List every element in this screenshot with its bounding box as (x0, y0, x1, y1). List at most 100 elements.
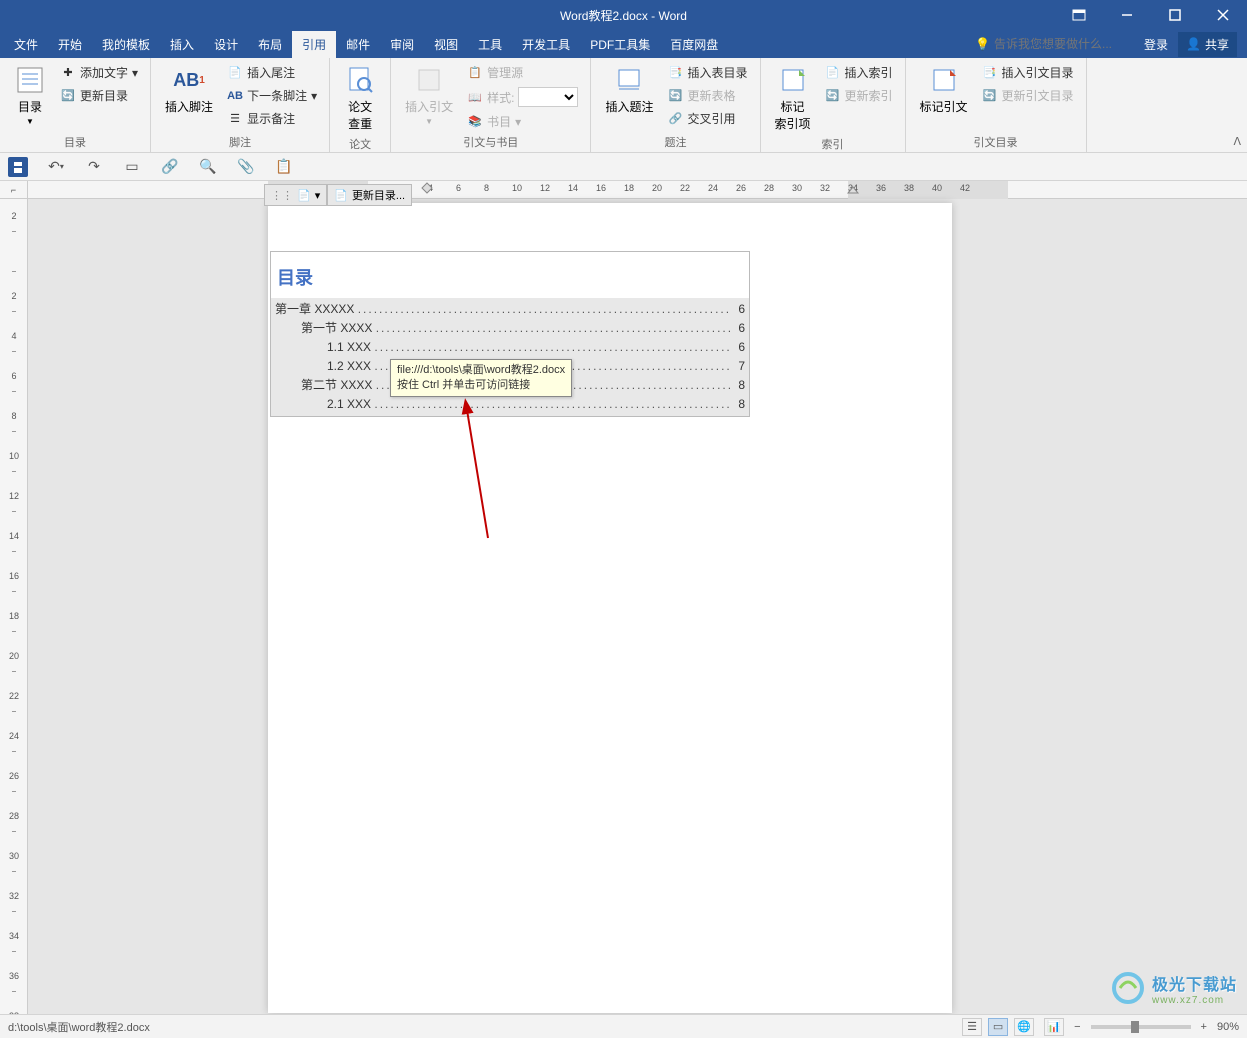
toc-entry[interactable]: 2.1 XXX ................................… (271, 395, 749, 414)
zoom-in-button[interactable]: + (1201, 1021, 1207, 1033)
mark-citation-button[interactable]: 标记引文 (914, 62, 974, 117)
qat-btn-3[interactable]: 🔍 (198, 157, 218, 177)
next-footnote-button[interactable]: AB下一条脚注 ▾ (223, 85, 321, 106)
tell-me-input[interactable] (994, 37, 1134, 51)
biblio-icon: 📚 (467, 114, 483, 130)
update-authorities-button[interactable]: 🔄更新引文目录 (978, 85, 1078, 106)
work-area: ⌐ 22468101214161820222426283032343638 64… (0, 181, 1247, 1015)
insert-caption-button[interactable]: 插入题注 (599, 62, 659, 117)
toc-title: 目录 (277, 252, 743, 298)
tab-home[interactable]: 开始 (48, 31, 92, 58)
vruler-tick: 8 (2, 411, 26, 421)
group-citations-label: 引文与书目 (399, 132, 582, 150)
tab-pdf[interactable]: PDF工具集 (580, 31, 660, 58)
tab-view[interactable]: 视图 (424, 31, 468, 58)
first-line-indent-marker[interactable] (420, 181, 434, 199)
footnote-icon: AB1 (173, 64, 205, 96)
close-icon[interactable] (1203, 1, 1243, 29)
zoom-thumb[interactable] (1131, 1021, 1139, 1033)
insert-index-icon: 📄 (825, 65, 841, 81)
update-toc-button[interactable]: 🔄更新目录 (56, 85, 142, 106)
tab-review[interactable]: 审阅 (380, 31, 424, 58)
toc-field-options-button[interactable]: ⋮⋮ 📄 ▾ (264, 184, 327, 206)
cross-reference-button[interactable]: 🔗交叉引用 (663, 108, 751, 129)
toc-entry[interactable]: 第一节 XXXX ...............................… (271, 319, 749, 338)
update-table-button[interactable]: 🔄更新表格 (663, 85, 751, 106)
table-figures-icon: 📑 (667, 65, 683, 81)
toc-entry[interactable]: 1.1 XXX ................................… (271, 338, 749, 357)
document-area[interactable]: 6422468101214161820222426283032343638404… (28, 181, 1247, 1015)
group-authorities-label: 引文目录 (914, 132, 1078, 150)
qat-btn-5[interactable]: 📋 (274, 157, 294, 177)
hruler-tick: 32 (820, 183, 830, 193)
maximize-icon[interactable] (1155, 1, 1195, 29)
vruler-tick: 34 (2, 931, 26, 941)
undo-button[interactable]: ↶ ▾ (46, 157, 66, 177)
hruler-tick: 6 (456, 183, 461, 193)
right-indent-marker[interactable] (846, 181, 860, 199)
update-index-button[interactable]: 🔄更新索引 (821, 85, 897, 106)
qat-btn-4[interactable]: 📎 (236, 157, 256, 177)
hruler-tick: 12 (540, 183, 550, 193)
toc-entry-text: 2.1 XXX (327, 397, 371, 411)
minimize-icon[interactable] (1107, 1, 1147, 29)
mark-index-button[interactable]: 标记 索引项 (769, 62, 817, 134)
view-print-button[interactable]: ▭ (988, 1018, 1008, 1036)
group-captions-label: 题注 (599, 132, 751, 150)
show-notes-button[interactable]: ☰显示备注 (223, 108, 321, 129)
doc-icon: 📄 (297, 189, 311, 202)
login-link[interactable]: 登录 (1144, 36, 1168, 53)
style-dropdown[interactable] (518, 87, 578, 107)
toc-entry[interactable]: 第一章 XXXXX ..............................… (271, 300, 749, 319)
tab-tools[interactable]: 工具 (468, 31, 512, 58)
paper-check-icon (344, 64, 376, 96)
update-icon: 🔄 (60, 88, 76, 104)
tab-mailings[interactable]: 邮件 (336, 31, 380, 58)
toc-entry-text: 1.1 XXX (327, 340, 371, 354)
window-title: Word教程2.docx - Word (560, 7, 687, 24)
manage-sources-button[interactable]: 📋管理源 (463, 62, 582, 83)
ribbon-display-icon[interactable] (1059, 1, 1099, 29)
toc-entry-page: 6 (731, 301, 745, 317)
tab-developer[interactable]: 开发工具 (512, 31, 580, 58)
redo-button[interactable]: ↷ (84, 157, 104, 177)
tab-templates[interactable]: 我的模板 (92, 31, 160, 58)
tab-insert[interactable]: 插入 (160, 31, 204, 58)
insert-index-button[interactable]: 📄插入索引 (821, 62, 897, 83)
style-selector[interactable]: 📖样式: (463, 85, 582, 109)
qat-btn-1[interactable]: ▭ (122, 157, 142, 177)
view-read-button[interactable]: ☰ (962, 1018, 982, 1036)
tell-me[interactable]: 💡 (975, 37, 1134, 51)
view-extra-button[interactable]: 📊 (1044, 1018, 1064, 1036)
toc-entry-text: 1.2 XXX (327, 359, 371, 373)
ab-icon: AB (227, 88, 243, 104)
insert-authorities-button[interactable]: 📑插入引文目录 (978, 62, 1078, 83)
bibliography-button[interactable]: 📚书目 ▾ (463, 111, 582, 132)
person-icon: 👤 (1186, 37, 1201, 51)
share-button[interactable]: 👤 共享 (1178, 32, 1237, 57)
insert-footnote-button[interactable]: AB1 插入脚注 (159, 62, 219, 117)
collapse-ribbon-icon[interactable]: ᐱ (1233, 135, 1241, 148)
insert-table-figures-button[interactable]: 📑插入表目录 (663, 62, 751, 83)
zoom-out-button[interactable]: − (1074, 1021, 1080, 1033)
hruler-tick: 20 (652, 183, 662, 193)
paper-check-button[interactable]: 论文 查重 (338, 62, 382, 134)
insert-endnote-button[interactable]: 📄插入尾注 (223, 62, 321, 83)
insert-citation-button[interactable]: 插入引文 ▼ (399, 62, 459, 128)
save-button[interactable] (8, 157, 28, 177)
tab-references[interactable]: 引用 (292, 31, 336, 58)
zoom-value[interactable]: 90% (1217, 1021, 1239, 1033)
tab-layout[interactable]: 布局 (248, 31, 292, 58)
zoom-slider[interactable] (1091, 1025, 1191, 1029)
ruler-corner[interactable]: ⌐ (0, 181, 27, 199)
qat-btn-2[interactable]: 🔗 (160, 157, 180, 177)
view-web-button[interactable]: 🌐 (1014, 1018, 1034, 1036)
tab-file[interactable]: 文件 (4, 31, 48, 58)
tab-baidu[interactable]: 百度网盘 (660, 31, 728, 58)
tab-design[interactable]: 设计 (204, 31, 248, 58)
add-text-button[interactable]: ✚添加文字 ▾ (56, 62, 142, 83)
toc-button[interactable]: 目录 ▼ (8, 62, 52, 128)
document-page[interactable]: ⋮⋮ 📄 ▾ 📄 更新目录... 目录 第一章 XXXXX ..........… (268, 203, 952, 1013)
toc-update-button[interactable]: 📄 更新目录... (327, 184, 412, 206)
toc-update-label: 更新目录... (352, 187, 405, 203)
